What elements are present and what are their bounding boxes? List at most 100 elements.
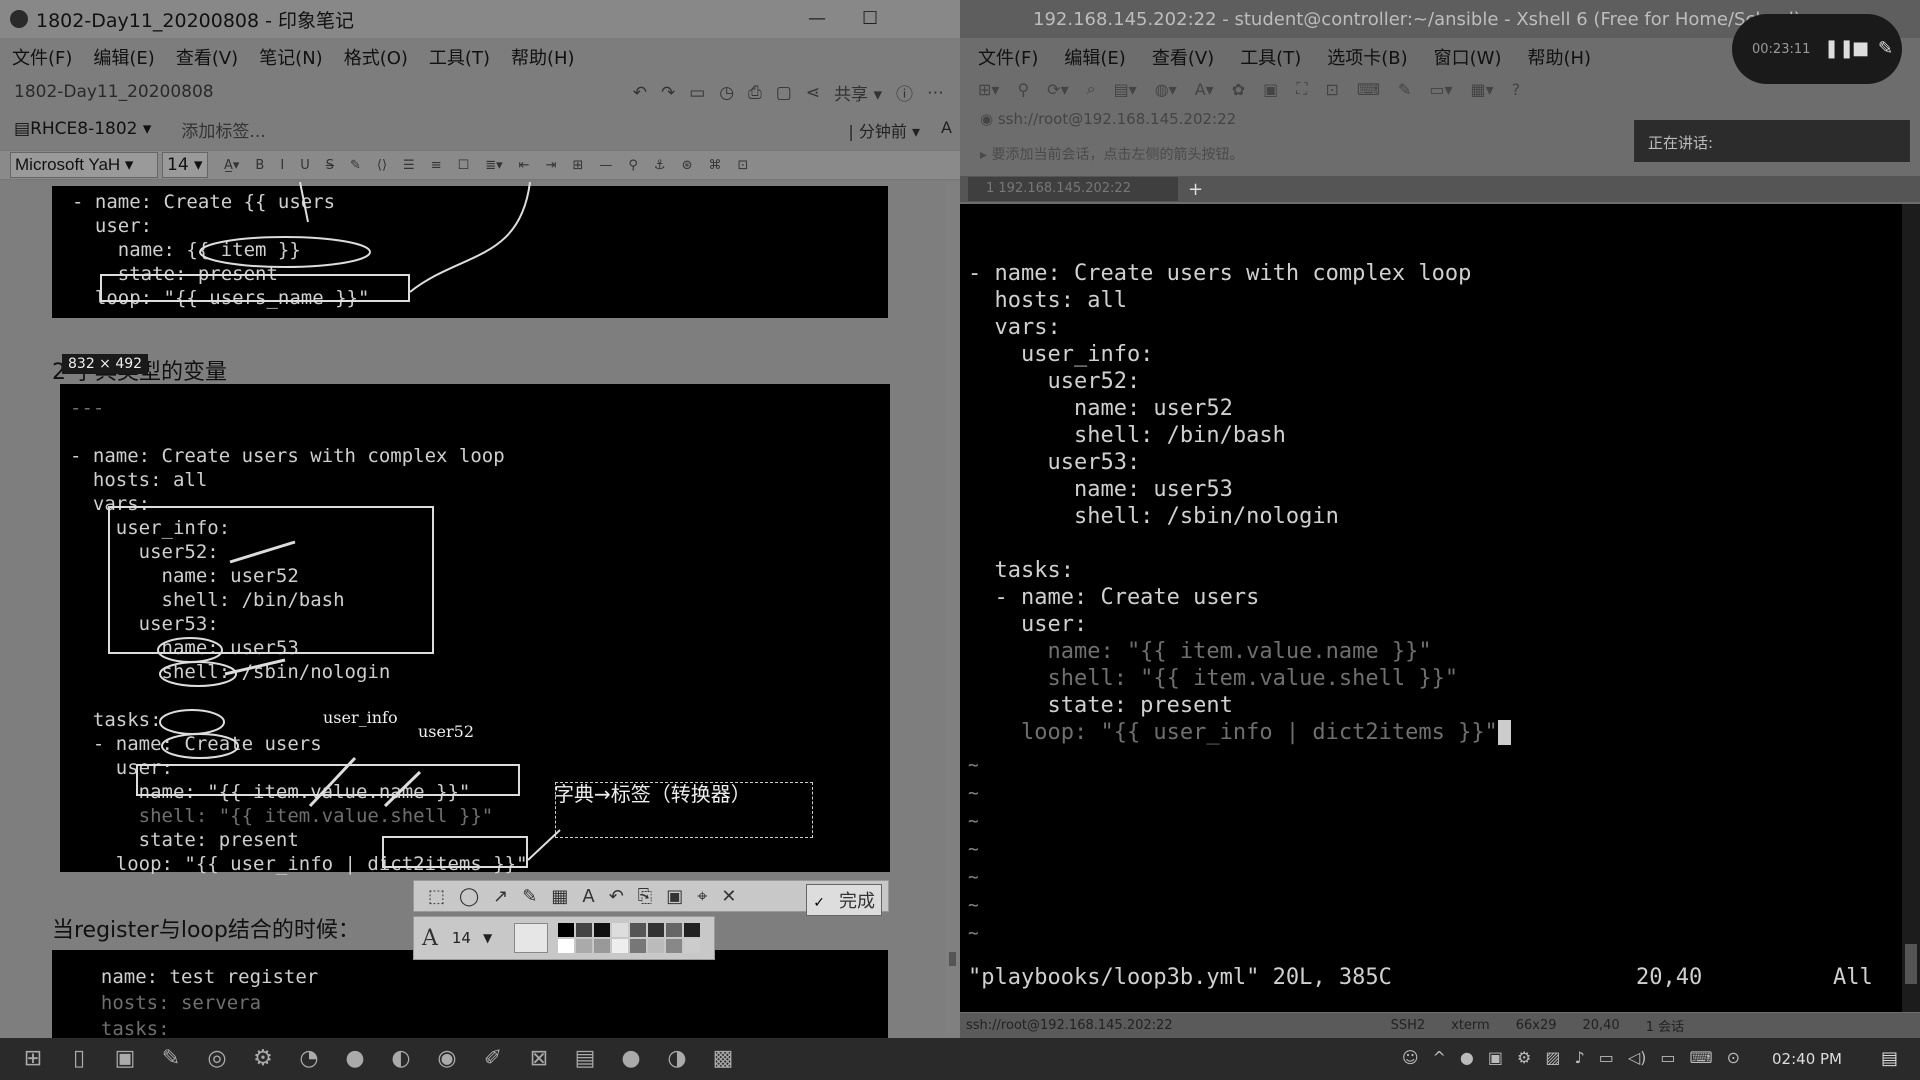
color-palette[interactable] <box>558 923 701 953</box>
code-icon[interactable]: ⟨⟩ <box>377 158 387 173</box>
evernote-taskbar-icon[interactable]: ◉ <box>434 1046 460 1072</box>
pen-icon[interactable]: ✎ <box>1878 38 1893 59</box>
pen-icon[interactable]: ✎ <box>522 886 537 907</box>
search-icon[interactable]: ⌕ <box>1087 79 1096 99</box>
app-icon[interactable]: ◎ <box>204 1046 230 1072</box>
new-session-icon[interactable]: ⊞▾ <box>978 80 999 99</box>
address-bar[interactable]: ◉ ssh://root@192.168.145.202:22 <box>980 110 1236 128</box>
color-swatch[interactable] <box>648 939 665 953</box>
xs-menu-edit[interactable]: 编辑(E) <box>1046 40 1133 70</box>
color-swatch[interactable] <box>594 939 611 953</box>
task-view-icon[interactable]: ▯ <box>66 1046 92 1072</box>
app-icon[interactable]: ● <box>342 1046 368 1072</box>
color-swatch[interactable] <box>576 923 593 937</box>
app-icon[interactable]: ▤ <box>572 1046 598 1072</box>
print-icon[interactable]: ⎙ <box>748 83 762 103</box>
xs-menu-tabs[interactable]: 选项卡(B) <box>1309 40 1415 70</box>
snip-done-button[interactable]: ✓ 完成 <box>806 884 882 916</box>
reminder-icon[interactable]: ◷ <box>719 83 734 103</box>
terminal-scrollbar[interactable] <box>1902 204 1920 1012</box>
color-swatch[interactable] <box>630 939 647 953</box>
color-swatch[interactable] <box>576 939 593 953</box>
add-tag-field[interactable]: 添加标签... <box>181 117 265 142</box>
compose-icon[interactable]: ▭▾ <box>1429 80 1452 99</box>
tray-app-icon[interactable]: ⊙ <box>1727 1048 1740 1067</box>
microphone-icon[interactable]: ♪ <box>1574 1048 1584 1067</box>
numbered-list-icon[interactable]: ≡ <box>431 158 442 173</box>
notification-icon[interactable]: ▤ <box>1881 1048 1898 1069</box>
color-swatch[interactable] <box>666 939 683 953</box>
menu-note[interactable]: 笔记(N) <box>247 40 332 70</box>
pin-icon[interactable]: ⌖ <box>697 886 707 907</box>
people-icon[interactable]: ☺ <box>1402 1048 1419 1067</box>
font-a-icon[interactable]: A <box>941 118 952 137</box>
menu-help[interactable]: 帮助(H) <box>499 40 584 70</box>
app-icon[interactable]: ◑ <box>664 1046 690 1072</box>
highlight-icon[interactable]: ✎ <box>350 158 361 173</box>
text-color-icon[interactable]: A̲▾ <box>224 158 239 173</box>
share-button[interactable]: 共享 ▾ <box>834 80 882 105</box>
xs-menu-help[interactable]: 帮助(H) <box>1509 40 1599 70</box>
start-icon[interactable]: ⊞ <box>20 1046 46 1072</box>
app-icon[interactable]: ✎ <box>158 1046 184 1072</box>
lock-icon[interactable]: ⊡ <box>737 158 748 173</box>
evernote-scrollbar[interactable] <box>945 182 960 1038</box>
color-swatch[interactable] <box>612 923 629 937</box>
indent-icon[interactable]: ⇥ <box>546 158 557 173</box>
font-size-select[interactable]: 14 ▾ <box>162 152 208 178</box>
network-icon[interactable]: ▭ <box>1660 1048 1675 1067</box>
share-icon[interactable]: ⋖ <box>806 83 820 103</box>
ellipse-icon[interactable]: ◯ <box>459 886 479 907</box>
new-tab-icon[interactable]: + <box>1188 179 1203 200</box>
reconnect-icon[interactable]: ⟳▾ <box>1047 80 1068 99</box>
xs-menu-file[interactable]: 文件(F) <box>960 40 1046 70</box>
color-swatch[interactable] <box>594 923 611 937</box>
open-icon[interactable]: ⚲ <box>1017 80 1029 99</box>
checkbox-icon[interactable]: ☐ <box>458 158 470 173</box>
note-title[interactable]: 1802-Day11_20200808 <box>14 82 214 102</box>
notebook-selector[interactable]: ▤RHCE8-1802 ▾ <box>14 119 151 139</box>
color-swatch[interactable] <box>648 923 665 937</box>
xs-menu-view[interactable]: 查看(V) <box>1134 40 1222 70</box>
battery-icon[interactable]: ▭ <box>1599 1048 1614 1067</box>
app-icon[interactable]: ⊠ <box>526 1046 552 1072</box>
color-swatch[interactable] <box>558 923 575 937</box>
app-icon[interactable]: ◐ <box>388 1046 414 1072</box>
italic-icon[interactable]: I <box>280 158 284 173</box>
tray-app-icon[interactable]: ● <box>1460 1048 1474 1067</box>
font-icon[interactable]: A▾ <box>1195 80 1214 99</box>
chat-icon[interactable]: ▢ <box>776 83 792 103</box>
menu-tools[interactable]: 工具(T) <box>417 40 499 70</box>
color-swatch[interactable] <box>612 939 629 953</box>
align-icon[interactable]: ≣▾ <box>485 158 502 173</box>
pause-icon[interactable]: ❚❚ <box>1824 38 1854 59</box>
info-icon[interactable]: ⓘ <box>896 80 913 105</box>
scroll-thumb[interactable] <box>1905 944 1917 984</box>
save-icon[interactable]: ⎘ <box>638 886 652 907</box>
copy-icon[interactable]: ▣ <box>666 886 683 907</box>
attach-icon[interactable]: ⚓ <box>654 158 666 173</box>
tray-app-icon[interactable]: ⚙ <box>1517 1048 1531 1067</box>
color-swatch[interactable] <box>558 939 575 953</box>
maximize-icon[interactable]: ☐ <box>862 8 878 29</box>
taskbar-clock[interactable]: 02:40 PM <box>1772 1050 1842 1068</box>
divider-icon[interactable]: — <box>599 158 612 173</box>
color-swatch[interactable] <box>684 939 701 953</box>
bold-icon[interactable]: B <box>255 158 264 173</box>
app-icon[interactable]: ◔ <box>296 1046 322 1072</box>
chevron-up-icon[interactable]: ^ <box>1433 1048 1446 1067</box>
xs-menu-window[interactable]: 窗口(W) <box>1416 40 1510 70</box>
tray-app-icon[interactable]: ▨ <box>1545 1048 1560 1067</box>
underline-icon[interactable]: U <box>300 158 310 173</box>
color-swatch[interactable] <box>630 923 647 937</box>
text-tool-icon[interactable]: A <box>582 886 594 907</box>
menu-format[interactable]: 格式(O) <box>332 40 417 70</box>
fullscreen-icon[interactable]: ⛶ <box>1296 79 1307 99</box>
script-icon[interactable]: ✎ <box>1398 80 1411 99</box>
snip-font-size[interactable]: 14 <box>452 929 471 947</box>
app-icon[interactable]: ⚙ <box>250 1046 276 1072</box>
layout-icon[interactable]: ▦▾ <box>1471 80 1494 99</box>
properties-icon[interactable]: ▤▾ <box>1114 80 1137 99</box>
menu-file[interactable]: 文件(F) <box>0 40 81 70</box>
lock-icon[interactable]: ⊡ <box>1325 80 1338 99</box>
